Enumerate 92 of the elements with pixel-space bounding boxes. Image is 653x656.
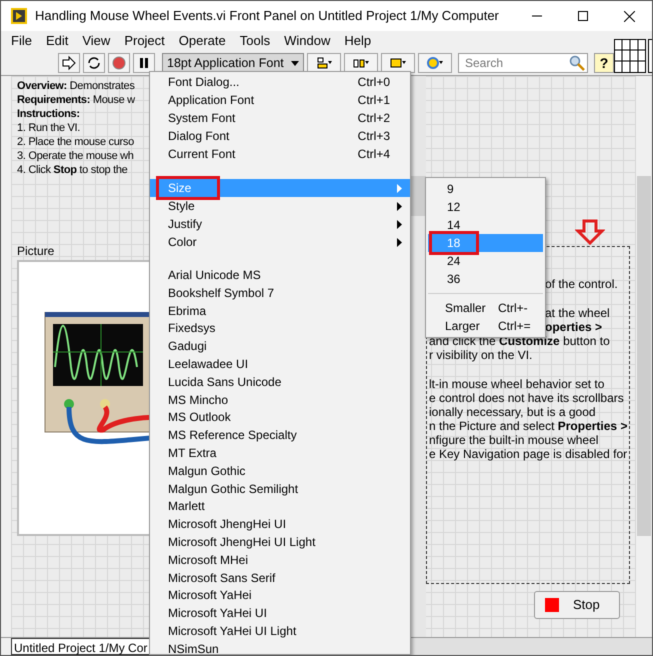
resize-button[interactable]	[381, 53, 415, 73]
font-menu-item[interactable]: Microsoft JhengHei UI Light	[150, 534, 410, 552]
close-icon	[624, 10, 634, 22]
menu-item[interactable]: Edit	[46, 31, 68, 51]
font-menu-item[interactable]: Leelawadee UI	[150, 356, 410, 374]
description-text: n the Picture and select Properties >	[429, 419, 628, 433]
instruction-text: Requirements: Mouse w	[17, 93, 135, 107]
menu-item[interactable]: Project	[124, 31, 165, 51]
instruction-text: 2. Place the mouse curso	[17, 135, 135, 149]
caret-icon	[291, 60, 299, 66]
window-title: Handling Mouse Wheel Events.vi Front Panel on Untitled Project 1/My Computer	[35, 7, 499, 26]
menu-item[interactable]: Tools	[240, 31, 270, 51]
size-option[interactable]: 9	[428, 180, 543, 198]
font-menu-item[interactable]: Marlett	[150, 498, 410, 516]
description-text: e control does not have its scrollbars	[429, 391, 625, 405]
align-icon	[318, 58, 332, 68]
description-text: ionally necessary, but is a good	[429, 405, 597, 419]
font-menu-item[interactable]: Microsoft Sans Serif	[150, 570, 410, 588]
font-menu-item[interactable]: MT Extra	[150, 444, 410, 463]
submenu-item[interactable]: Color	[150, 233, 410, 251]
abort-button[interactable]	[108, 53, 130, 73]
font-menu-item[interactable]: Microsoft YaHei	[150, 587, 410, 606]
resize-icon	[390, 58, 406, 68]
cycle-arrows-icon	[88, 57, 100, 69]
font-menu-item[interactable]: Microsoft MHei	[150, 552, 410, 570]
instruction-text: 3. Operate the mouse wh	[17, 149, 135, 163]
instruction-text: 4. Click Stop to stop the	[17, 163, 128, 177]
menu-item[interactable]: Current Font Ctrl+4	[150, 145, 410, 163]
highlight-frame	[156, 176, 220, 200]
description-text: r visibility on the VI.	[429, 348, 534, 362]
stop-square-icon	[545, 598, 559, 612]
font-menu-item[interactable]: Gadugi	[150, 338, 410, 356]
menu-item[interactable]: View	[82, 31, 110, 51]
down-arrow-icon	[575, 219, 605, 245]
description-text: nfigure the built-in mouse wheel	[429, 433, 600, 447]
menu-item[interactable]: Larger Ctrl+=	[426, 317, 545, 335]
font-menu-item[interactable]: Microsoft YaHei UI Light	[150, 622, 410, 641]
reorder-button[interactable]	[418, 53, 452, 73]
description-text: at the wheel	[545, 306, 611, 320]
font-menu-item[interactable]: MS Outlook	[150, 409, 410, 428]
description-text: e Key Navigation page is disabled for	[429, 447, 628, 461]
instruction-text: Instructions:	[17, 107, 81, 121]
instruction-text: 1. Run the VI.	[17, 121, 82, 135]
run-button[interactable]	[58, 53, 80, 73]
size-option[interactable]: 36	[428, 270, 543, 288]
menu-item[interactable]: Help	[344, 31, 372, 51]
app-icon	[11, 8, 27, 24]
menu-item[interactable]: Font Dialog... Ctrl+0	[150, 73, 410, 91]
instruction-text: Overview: Demonstrates	[17, 79, 135, 93]
size-option[interactable]: 14	[428, 216, 543, 234]
description-text: lt-in mouse wheel behavior set to	[429, 377, 606, 391]
run-continuously-button[interactable]	[83, 53, 105, 73]
highlight-frame	[429, 231, 479, 255]
submenu-item[interactable]: Justify	[150, 215, 410, 233]
size-option[interactable]: 24	[428, 252, 543, 270]
font-menu-item[interactable]: Lucida Sans Unicode	[150, 374, 410, 392]
menu-item[interactable]: File	[11, 31, 32, 51]
reorder-icon	[427, 57, 443, 69]
stop-button[interactable]: Stop	[534, 591, 620, 619]
size-option[interactable]: 12	[428, 198, 543, 216]
font-menu-item[interactable]: MS Reference Specialty	[150, 427, 410, 445]
font-dropdown[interactable]: 18pt Application Font	[162, 53, 304, 73]
pause-icon	[140, 58, 148, 68]
font-menu-item[interactable]: Fixedsys	[150, 320, 410, 338]
arrow-icon	[62, 56, 76, 70]
font-menu-item[interactable]: MS Mincho	[150, 392, 410, 410]
submenu-item[interactable]: Style	[150, 197, 410, 215]
help-button[interactable]: ?	[594, 53, 614, 73]
maximize-icon	[578, 11, 588, 21]
menu-item[interactable]: Smaller Ctrl+-	[426, 299, 545, 317]
menu-item[interactable]: System Font Ctrl+2	[150, 109, 410, 127]
font-menu-item[interactable]: Bookshelf Symbol 7	[150, 284, 410, 303]
menu-item[interactable]: Application Font Ctrl+1	[150, 91, 410, 109]
font-menu-item[interactable]: Arial Unicode MS	[150, 267, 410, 285]
font-menu-item[interactable]: Malgun Gothic	[150, 462, 410, 481]
align-button[interactable]	[307, 53, 341, 73]
search-field[interactable]: Search	[458, 53, 588, 73]
connector-pane-icon[interactable]	[614, 39, 646, 73]
menu-item[interactable]: Window	[284, 31, 330, 51]
pause-button[interactable]	[133, 53, 155, 73]
font-menu-item[interactable]: Microsoft JhengHei UI	[150, 516, 410, 534]
font-menu-item[interactable]: Microsoft YaHei UI	[150, 605, 410, 623]
menu-item[interactable]: Operate	[178, 31, 226, 51]
menu-item[interactable]: Dialog Font Ctrl+3	[150, 127, 410, 145]
search-icon	[569, 55, 585, 71]
distribute-icon	[354, 60, 369, 68]
description-text: operties >	[545, 320, 604, 334]
font-menu-item[interactable]: Ebrima	[150, 302, 410, 320]
picture-label: Picture	[17, 243, 54, 260]
font-menu-item[interactable]: Malgun Gothic Semilight	[150, 480, 410, 498]
stop-sign-icon	[112, 56, 126, 70]
distribute-button[interactable]	[344, 53, 378, 73]
